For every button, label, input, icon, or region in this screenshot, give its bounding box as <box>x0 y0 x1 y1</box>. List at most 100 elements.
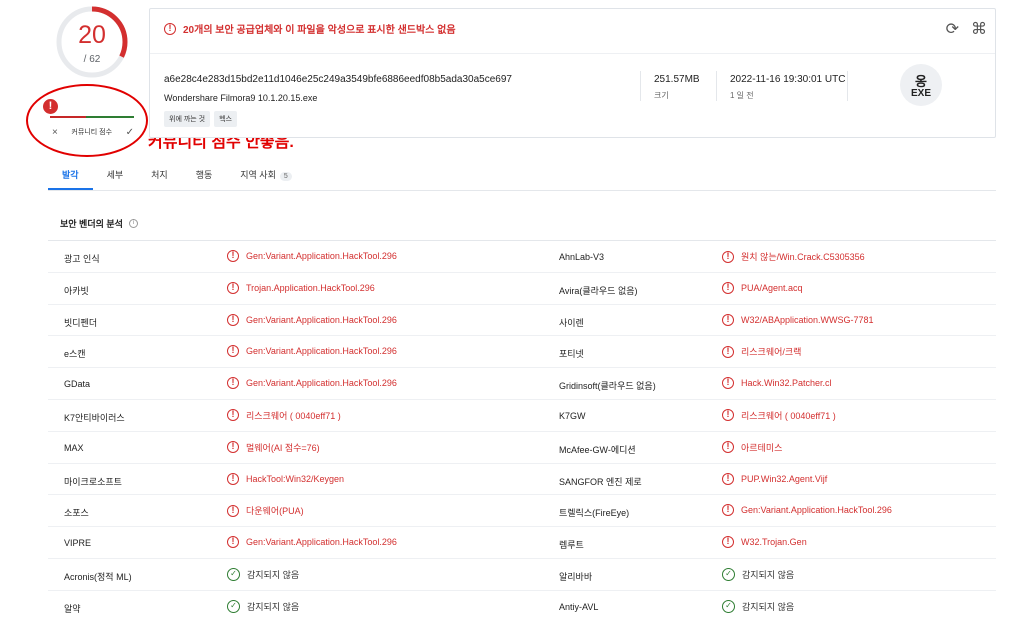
tab-detection[interactable]: 발각 <box>48 160 93 190</box>
tab-community[interactable]: 지역 사회 5 <box>226 160 306 190</box>
vendor-result: ! 리스크웨어 ( 0040eff71 ) <box>722 409 836 422</box>
alert-circle-icon: ! <box>227 409 239 422</box>
vendor-name: 아카빗 <box>64 285 89 296</box>
divider <box>640 71 641 101</box>
alert-circle-icon: ! <box>227 504 239 517</box>
detection-label: W32.Trojan.Gen <box>741 537 807 548</box>
alert-circle-icon: ! <box>722 313 734 326</box>
alert-circle-icon: ! <box>722 345 734 358</box>
file-type-label: EXE <box>910 88 931 99</box>
vendor-name: VIPRE <box>64 538 92 549</box>
alert-circle-icon: ! <box>227 441 239 454</box>
detection-label: PUA/Agent.acq <box>741 282 803 293</box>
undetected-label: 감지되지 않음 <box>742 569 795 580</box>
vendor-result: ! W32/ABApplication.WWSG-7781 <box>722 313 874 326</box>
detection-label: 리스크웨어 ( 0040eff71 ) <box>246 410 341 421</box>
engine-total: / 62 <box>83 54 101 65</box>
vendor-name: GData <box>64 379 91 390</box>
detection-label: Trojan.Application.HackTool.296 <box>246 282 375 293</box>
alert-circle-icon: ! <box>227 536 239 549</box>
similar-files-icon[interactable]: ⌘ <box>971 19 987 39</box>
vendor-name: K7안티바이러스 <box>64 412 125 423</box>
vendor-result: ! Gen:Variant.Application.HackTool.296 <box>227 313 397 326</box>
file-tag[interactable]: 헥스 <box>214 111 237 127</box>
alert-circle-icon: ! <box>722 377 734 390</box>
vendor-name: SANGFOR 엔진 제로 <box>559 476 642 487</box>
vendor-name: AhnLab-V3 <box>559 252 605 262</box>
vendor-result: ! Gen:Variant.Application.HackTool.296 <box>227 377 397 390</box>
vendor-result: ! Trojan.Application.HackTool.296 <box>227 281 375 294</box>
divider <box>847 71 848 101</box>
alert-circle-icon: ! <box>227 472 239 485</box>
vendor-name: 알약 <box>64 603 81 614</box>
vendor-name: Antiy-AVL <box>559 601 599 612</box>
community-count-badge: 5 <box>279 172 292 181</box>
check-circle-icon: ✓ <box>722 567 735 581</box>
vendor-result: ! Gen:Variant.Application.HackTool.296 <box>722 504 892 517</box>
detection-label: 리스크웨어 ( 0040eff71 ) <box>741 410 836 421</box>
vendor-result: ! 리스크웨어 ( 0040eff71 ) <box>227 409 341 422</box>
tab-relations[interactable]: 처지 <box>137 160 182 190</box>
vendor-row: K7안티바이러스 ! 리스크웨어 ( 0040eff71 ) K7GW ! 리스… <box>48 400 996 432</box>
alert-circle-icon: ! <box>227 377 239 390</box>
vendor-row: 알약 ✓ 감지되지 않음 Antiy-AVL ✓ 감지되지 않음 <box>48 591 996 620</box>
alert-circle-icon: ! <box>722 536 734 549</box>
vendor-name: Gridinsoft(클라우드 없음) <box>559 381 656 392</box>
card-divider <box>150 53 995 54</box>
detection-label: Gen:Variant.Application.HackTool.296 <box>246 314 397 325</box>
file-tag[interactable]: 위에 까는 것 <box>164 111 211 127</box>
alert-circle-icon: ! <box>227 345 239 358</box>
tab-behavior[interactable]: 행동 <box>182 160 227 190</box>
vendor-result: ! 원치 않는/Win.Crack.C5305356 <box>722 250 865 263</box>
tab-label: 발각 <box>62 170 79 180</box>
alert-circle-icon: ! <box>722 472 734 485</box>
vendor-row: VIPRE ! Gen:Variant.Application.HackTool… <box>48 527 996 559</box>
vendor-result: ✓ 감지되지 않음 <box>227 567 299 581</box>
vendor-name: 광고 인식 <box>64 254 100 264</box>
vendor-name: K7GW <box>559 410 586 421</box>
vendor-name: Avira(클라우드 없음) <box>559 285 638 296</box>
vendor-name: Acronis(정적 ML) <box>64 571 132 582</box>
vendor-result: ! PUP.Win32.Agent.Vijf <box>722 472 827 485</box>
alert-circle-icon: ! <box>722 281 734 294</box>
vendor-name: MAX <box>64 442 84 453</box>
vendor-result: ✓ 감지되지 않음 <box>227 599 300 613</box>
card-actions: ⟳ ⌘ <box>946 19 987 39</box>
vendor-result: ! Gen:Variant.Application.HackTool.296 <box>227 536 397 549</box>
detection-label: W32/ABApplication.WWSG-7781 <box>741 314 874 325</box>
detection-label: 아르테미스 <box>741 442 783 453</box>
detection-label: 원치 않는/Win.Crack.C5305356 <box>741 252 865 262</box>
file-size-value: 251.57MB <box>654 74 700 85</box>
detection-label: 다운웨어(PUA) <box>246 506 304 517</box>
detection-label: Gen:Variant.Application.HackTool.296 <box>246 251 397 261</box>
file-summary-card: ! 20개의 보안 공급업체와 이 파일을 악성으로 표시한 샌드박스 없음 ⟳… <box>149 8 996 138</box>
analysis-date-label: 1 일 전 <box>730 91 754 100</box>
vendor-result: ! HackTool:Win32/Keygen <box>227 472 345 485</box>
vendor-row: 광고 인식 ! Gen:Variant.Application.HackTool… <box>48 241 996 273</box>
vendor-result: ! Hack.Win32.Patcher.cl <box>722 377 832 390</box>
alert-circle-icon: ! <box>722 441 734 454</box>
tab-label: 처지 <box>151 170 168 180</box>
file-hash[interactable]: a6e28c4e283d15bd2e11d1046e25c249a3549bfe… <box>164 74 512 85</box>
alert-circle-icon: ! <box>722 409 734 422</box>
detection-label: Gen:Variant.Application.HackTool.296 <box>246 346 397 357</box>
vendor-row: Acronis(정적 ML) ✓ 감지되지 않음 알리바바 ✓ 감지되지 않음 <box>48 558 996 591</box>
detection-score-gauge: 20 / 62 <box>55 5 129 79</box>
info-icon[interactable]: i <box>128 219 138 228</box>
vendor-row: 빗디펜더 ! Gen:Variant.Application.HackTool.… <box>48 304 996 337</box>
vendor-name: 포티넷 <box>559 349 584 360</box>
vendor-row: 마이크로소프트 ! HackTool:Win32/Keygen SANGFOR … <box>48 464 996 496</box>
vendor-result: ! Gen:Variant.Application.HackTool.296 <box>227 345 397 358</box>
vendor-name: 마이크로소프트 <box>64 476 122 487</box>
report-tabs: 발각 세부 처지 행동 지역 사회 5 <box>48 160 306 190</box>
reanalyze-icon[interactable]: ⟳ <box>946 19 959 39</box>
detection-label: HackTool:Win32/Keygen <box>246 473 345 484</box>
detection-label: 리스크웨어/크랙 <box>741 347 802 358</box>
undetected-label: 감지되지 않음 <box>247 601 300 612</box>
vendor-name: 사이렌 <box>559 317 584 328</box>
vendor-row: 아카빗 ! Trojan.Application.HackTool.296 Av… <box>48 273 996 305</box>
file-name: Wondershare Filmora9 10.1.20.15.exe <box>164 93 318 103</box>
tab-details[interactable]: 세부 <box>93 160 138 190</box>
tab-label: 세부 <box>106 170 124 180</box>
tab-label: 행동 <box>195 170 213 180</box>
